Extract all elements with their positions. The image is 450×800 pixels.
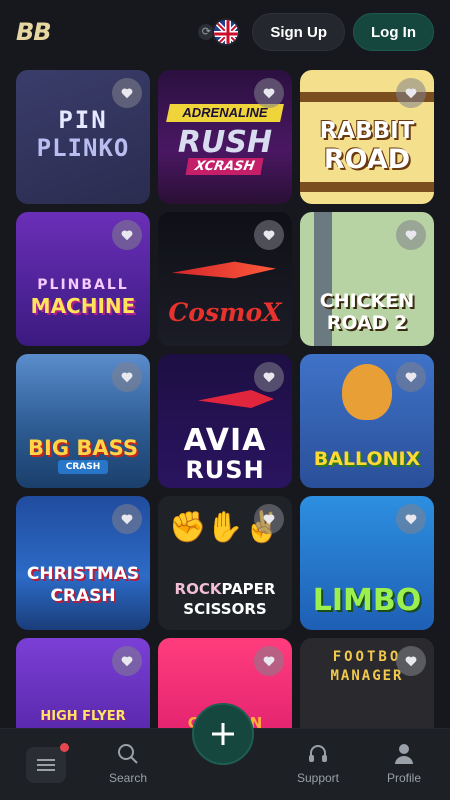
game-tile-football-manager[interactable]: FOOTBO MANAGER	[300, 638, 434, 730]
favorite-heart-icon[interactable]	[112, 504, 142, 534]
favorite-heart-icon[interactable]	[396, 220, 426, 250]
game-tile-cosmox[interactable]: CosmoX	[158, 212, 292, 346]
game-title: PIN	[58, 106, 108, 134]
game-title: LIMBO	[312, 583, 422, 618]
nav-search-label: Search	[108, 771, 148, 785]
game-tile-big-bass-crash[interactable]: BIG BASS CRASH	[16, 354, 150, 488]
game-title-part: PAPER	[221, 580, 276, 598]
favorite-heart-icon[interactable]	[254, 362, 284, 392]
plus-icon	[212, 723, 234, 745]
game-subtitle: ROAD	[323, 144, 411, 175]
favorite-heart-icon[interactable]	[396, 78, 426, 108]
language-selector[interactable]: ⟳	[198, 18, 242, 46]
plane-graphic	[172, 261, 276, 279]
game-title: PLINBALL	[37, 277, 129, 293]
game-tile-chicken-road-2[interactable]: CHICKEN ROAD 2	[300, 212, 434, 346]
favorite-heart-icon[interactable]	[396, 504, 426, 534]
favorite-heart-icon[interactable]	[254, 646, 284, 676]
nav-support-label: Support	[296, 771, 340, 785]
nav-support[interactable]: Support	[278, 729, 358, 800]
game-title: CosmoX	[168, 298, 282, 327]
game-subtitle-wrap: CRASH	[16, 460, 150, 474]
game-title: ROCKPAPER	[158, 582, 292, 597]
bottom-navigation: Search Support Profile	[0, 703, 450, 800]
favorite-heart-icon[interactable]	[112, 362, 142, 392]
game-subtitle: MACHINE	[30, 294, 136, 318]
game-title: CHRISTMAS	[26, 564, 140, 584]
fence-decoration	[300, 182, 434, 192]
game-subtitle-wrap: XCRASH	[158, 158, 292, 175]
game-subtitle: CRASH	[57, 460, 109, 474]
game-tile-christmas-crash[interactable]: CHRISTMAS CRASH	[16, 496, 150, 630]
game-tile-high-flyer[interactable]: HIGH FLYER	[16, 638, 150, 730]
game-tile-pin-plinko[interactable]: PIN PLINKO	[16, 70, 150, 204]
favorite-heart-icon[interactable]	[254, 78, 284, 108]
favorite-heart-icon[interactable]	[112, 646, 142, 676]
nav-profile-label: Profile	[386, 771, 421, 785]
game-tile-adrenaline-rush[interactable]: ADRENALINE RUSH XCRASH	[158, 70, 292, 204]
profile-icon	[395, 744, 413, 764]
favorite-heart-icon[interactable]	[254, 220, 284, 250]
menu-button[interactable]	[26, 743, 69, 783]
add-button[interactable]	[192, 703, 254, 765]
game-tile-avia-rush[interactable]: AVIA RUSH	[158, 354, 292, 488]
game-subtitle: ROAD 2	[326, 312, 408, 334]
game-subtitle: RUSH	[185, 456, 265, 484]
game-tile-rock-paper-scissors[interactable]: ✊✋✌ ROCKPAPER SCISSORS	[158, 496, 292, 630]
game-subtitle: SCISSORS	[183, 600, 267, 618]
app: BB ⟳ Sign Up Log In PIN PLINKO ADRENALIN…	[0, 0, 450, 800]
game-title: HIGH FLYER	[40, 709, 126, 724]
brand-logo[interactable]: BB	[16, 18, 52, 46]
games-grid: PIN PLINKO ADRENALINE RUSH XCRASH RABBIT…	[16, 70, 434, 730]
hamburger-icon	[37, 759, 55, 771]
nav-profile[interactable]: Profile	[364, 729, 444, 800]
sign-up-button[interactable]: Sign Up	[252, 13, 345, 51]
game-tile-limbo[interactable]: LIMBO	[300, 496, 434, 630]
game-title: AVIA	[183, 423, 267, 458]
headset-icon	[309, 745, 327, 762]
game-subtitle: CRASH	[50, 586, 116, 606]
favorite-heart-icon[interactable]	[254, 504, 284, 534]
favorite-heart-icon[interactable]	[396, 362, 426, 392]
uk-flag-icon	[212, 18, 241, 46]
top-bar: BB ⟳ Sign Up Log In	[0, 0, 450, 64]
game-title: BIG BASS	[28, 436, 138, 460]
game-title: CHICKEN	[319, 290, 415, 312]
game-tile-rabbit-road[interactable]: RABBIT ROAD	[300, 70, 434, 204]
game-subtitle: XCRASH	[185, 158, 265, 175]
favorite-heart-icon[interactable]	[396, 646, 426, 676]
game-title-part: ROCK	[174, 580, 222, 598]
notification-dot	[60, 743, 69, 752]
game-title: BALLONIX	[313, 448, 421, 470]
nav-search[interactable]: Search	[88, 729, 168, 800]
search-icon	[118, 744, 138, 764]
game-tile-ballonix[interactable]: BALLONIX	[300, 354, 434, 488]
log-in-button[interactable]: Log In	[353, 13, 434, 51]
game-tile-plinball-machine[interactable]: PLINBALL MACHINE	[16, 212, 150, 346]
favorite-heart-icon[interactable]	[112, 220, 142, 250]
balloon-graphic	[342, 364, 392, 420]
favorite-heart-icon[interactable]	[112, 78, 142, 108]
game-title: RUSH	[177, 125, 273, 160]
game-subtitle: PLINKO	[36, 134, 130, 162]
game-title: RABBIT	[319, 118, 415, 144]
